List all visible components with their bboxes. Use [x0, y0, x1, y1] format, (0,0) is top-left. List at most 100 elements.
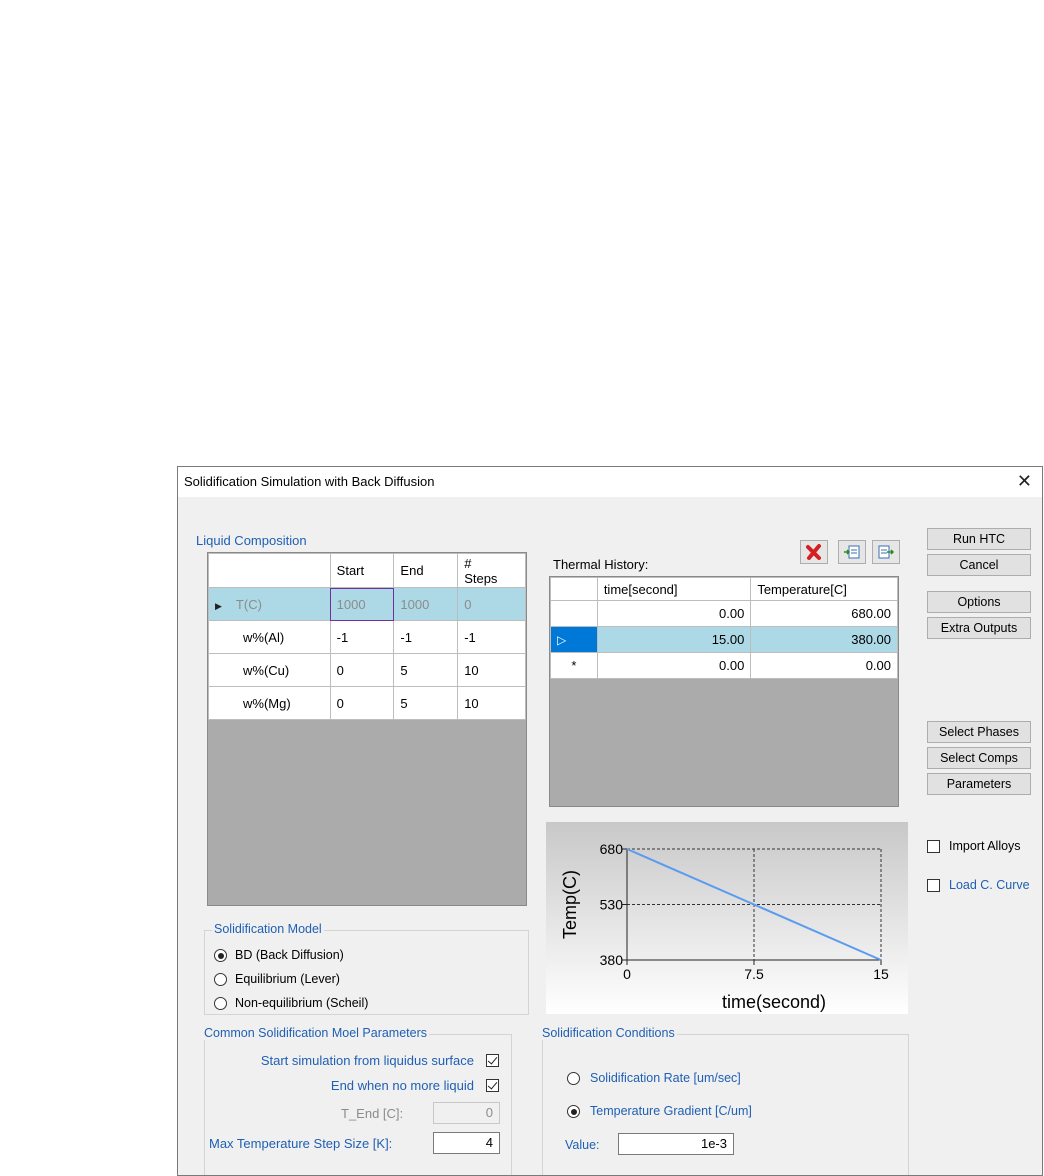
- cell-steps[interactable]: -1: [457, 620, 526, 654]
- export-data-button[interactable]: [872, 540, 900, 564]
- parameters-button[interactable]: Parameters: [927, 773, 1031, 795]
- import-table-icon: [844, 545, 860, 559]
- table-header-row: Start End # Steps: [208, 553, 526, 588]
- cell-temperature[interactable]: 380.00: [750, 626, 898, 653]
- export-table-icon: [878, 545, 895, 559]
- cell-end[interactable]: 1000: [393, 587, 459, 621]
- cell-temperature[interactable]: 0.00: [750, 652, 898, 679]
- close-icon[interactable]: ✕: [1017, 470, 1032, 492]
- import-alloys-label: Import Alloys: [949, 839, 1021, 853]
- cell-time[interactable]: 0.00: [596, 652, 752, 679]
- gradient-radio[interactable]: [567, 1105, 580, 1118]
- table-row[interactable]: w%(Mg) 0 5 10: [208, 686, 526, 720]
- load-c-curve-checkbox[interactable]: [927, 879, 940, 892]
- start-liquidus-checkbox[interactable]: [486, 1054, 499, 1067]
- liquid-composition-label: Liquid Composition: [196, 533, 307, 548]
- solidification-conditions-group: Solidification Conditions Solidification…: [540, 1026, 909, 1175]
- load-c-curve-label: Load C. Curve: [949, 878, 1030, 892]
- table-row[interactable]: ▷ 15.00 380.00: [550, 626, 898, 653]
- run-htc-button[interactable]: Run HTC: [927, 528, 1031, 550]
- max-step-label: Max Temperature Step Size [K]:: [209, 1136, 393, 1151]
- select-phases-button[interactable]: Select Phases: [927, 721, 1031, 743]
- table-row[interactable]: * 0.00 0.00: [550, 652, 898, 679]
- cell-start[interactable]: -1: [329, 620, 395, 654]
- max-step-input[interactable]: 4: [433, 1132, 500, 1154]
- cancel-button[interactable]: Cancel: [927, 554, 1031, 576]
- import-alloys-checkbox[interactable]: [927, 840, 940, 853]
- cell-end[interactable]: -1: [393, 620, 459, 654]
- rate-option-label: Solidification Rate [um/sec]: [590, 1071, 741, 1085]
- y-tick-label: 380: [600, 952, 624, 968]
- thermal-history-table: time[second] Temperature[C] 0.00 680.00 …: [550, 577, 898, 679]
- new-row-marker[interactable]: *: [550, 652, 598, 679]
- options-button[interactable]: Options: [927, 591, 1031, 613]
- table-header-row: time[second] Temperature[C]: [550, 577, 898, 601]
- value-label: Value:: [565, 1138, 600, 1152]
- row-name: w%(Al): [208, 620, 331, 654]
- model-option-lever: Equilibrium (Lever): [235, 972, 340, 986]
- row-name: w%(Mg): [208, 686, 331, 720]
- column-header-end: End: [393, 553, 459, 588]
- table-row[interactable]: w%(Cu) 0 5 10: [208, 653, 526, 687]
- row-header-cell[interactable]: ▷: [550, 626, 598, 653]
- cell-end[interactable]: 5: [393, 686, 459, 720]
- current-row-icon: ▷: [557, 633, 567, 647]
- column-header-time: time[second]: [596, 577, 752, 601]
- delete-row-button[interactable]: [800, 540, 828, 564]
- select-comps-button[interactable]: Select Comps: [927, 747, 1031, 769]
- start-liquidus-label: Start simulation from liquidus surface: [260, 1053, 474, 1068]
- cell-steps[interactable]: 10: [457, 653, 526, 687]
- model-radio-lever[interactable]: [214, 973, 227, 986]
- x-tick-label: 7.5: [744, 966, 764, 982]
- value-input[interactable]: 1e-3: [618, 1133, 734, 1155]
- delete-x-icon: [806, 544, 821, 560]
- cell-time[interactable]: 15.00: [596, 626, 752, 653]
- cell-end[interactable]: 5: [393, 653, 459, 687]
- thermal-history-label: Thermal History:: [553, 557, 649, 572]
- cell-time[interactable]: 0.00: [596, 600, 752, 627]
- t-end-label: T_End [C]:: [341, 1106, 404, 1121]
- table-corner-cell: [208, 553, 331, 588]
- thermal-history-grid: time[second] Temperature[C] 0.00 680.00 …: [549, 576, 899, 807]
- column-header-start: Start: [329, 553, 395, 588]
- model-option-scheil: Non-equilibrium (Scheil): [235, 996, 369, 1010]
- solidification-model-label: Solidification Model: [212, 922, 324, 936]
- t-end-input[interactable]: 0: [433, 1102, 500, 1124]
- model-option-bd: BD (Back Diffusion): [235, 948, 344, 962]
- row-header-cell[interactable]: [550, 600, 598, 627]
- x-tick-label: 15: [873, 966, 889, 982]
- table-row[interactable]: ▶ T(C) 1000 1000 0: [208, 587, 526, 621]
- title-bar: Solidification Simulation with Back Diff…: [178, 467, 1042, 497]
- row-name: w%(Cu): [208, 653, 331, 687]
- cell-start[interactable]: 0: [329, 686, 395, 720]
- end-no-liquid-checkbox[interactable]: [486, 1079, 499, 1092]
- row-pointer-icon: ▶: [215, 600, 222, 611]
- temperature-chart: 680 530 3800 7.5 15 time(second) Temp(C): [546, 822, 908, 1014]
- column-header-temperature: Temperature[C]: [750, 577, 898, 601]
- cell-start[interactable]: 0: [329, 653, 395, 687]
- liquid-composition-table: Start End # Steps ▶ T(C) 1000 1000 0 w%(A…: [208, 553, 526, 720]
- y-tick-label: 530: [600, 897, 624, 913]
- cell-steps[interactable]: 10: [457, 686, 526, 720]
- cell-steps[interactable]: 0: [457, 587, 526, 621]
- y-axis-label: Temp(C): [560, 870, 580, 939]
- column-header-steps: # Steps: [457, 553, 526, 588]
- common-parameters-group: Common Solidification Moel Parameters St…: [202, 1026, 512, 1175]
- model-radio-scheil[interactable]: [214, 997, 227, 1010]
- x-axis-label: time(second): [722, 992, 826, 1012]
- y-tick-label: 680: [600, 841, 624, 857]
- cell-start[interactable]: 1000: [329, 587, 395, 621]
- rate-radio[interactable]: [567, 1072, 580, 1085]
- model-radio-bd[interactable]: [214, 949, 227, 962]
- row-header-cell[interactable]: ▶ T(C): [208, 587, 331, 621]
- extra-outputs-button[interactable]: Extra Outputs: [927, 617, 1031, 639]
- end-no-liquid-label: End when no more liquid: [330, 1078, 474, 1093]
- solidification-conditions-label: Solidification Conditions: [540, 1026, 677, 1040]
- cell-temperature[interactable]: 680.00: [750, 600, 898, 627]
- import-data-button[interactable]: [838, 540, 866, 564]
- dialog-title: Solidification Simulation with Back Diff…: [184, 474, 435, 489]
- common-parameters-label: Common Solidification Moel Parameters: [202, 1026, 430, 1040]
- table-row[interactable]: 0.00 680.00: [550, 600, 898, 627]
- table-row[interactable]: w%(Al) -1 -1 -1: [208, 620, 526, 654]
- x-tick-label: 0: [623, 966, 631, 982]
